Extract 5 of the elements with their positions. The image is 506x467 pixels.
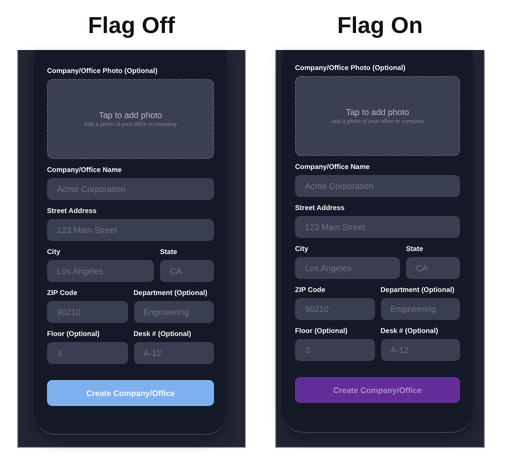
panel-title: Flag Off <box>87 10 176 40</box>
upload-prompt: Tap to add photo <box>98 110 162 120</box>
panel-title: Flag On <box>336 10 424 40</box>
create-button[interactable]: Create Company/Office <box>295 377 460 403</box>
upload-prompt: Tap to add photo <box>346 107 410 117</box>
